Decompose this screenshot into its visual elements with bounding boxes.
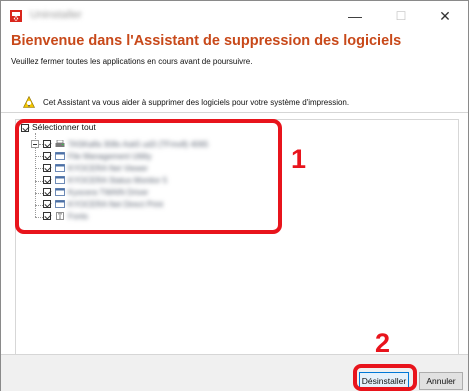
close-icon: ✕ bbox=[439, 7, 451, 24]
callout-number-1: 1 bbox=[291, 144, 307, 174]
cancel-button[interactable]: Annuler bbox=[419, 372, 463, 390]
maximize-icon: ☐ bbox=[395, 9, 407, 23]
callout-highlight-tree bbox=[15, 119, 282, 234]
uninstaller-window: Uninstaller — ☐ ✕ Bienvenue dans l'Assis… bbox=[0, 0, 469, 391]
title-bar[interactable]: Uninstaller — ☐ ✕ bbox=[1, 1, 468, 31]
page-title: Bienvenue dans l'Assistant de suppressio… bbox=[11, 33, 402, 49]
uninstaller-app-icon bbox=[10, 10, 22, 22]
minimize-icon: — bbox=[348, 8, 362, 24]
callout-number-2: 2 bbox=[375, 328, 391, 358]
instruction-text: Veuillez fermer toutes les applications … bbox=[11, 57, 253, 66]
warning-lightbulb-icon bbox=[23, 96, 35, 108]
window-title: Uninstaller bbox=[30, 9, 82, 21]
info-row: Cet Assistant va vous aider à supprimer … bbox=[23, 96, 349, 108]
header-divider bbox=[1, 112, 468, 113]
minimize-button[interactable]: — bbox=[332, 1, 378, 31]
maximize-button[interactable]: ☐ bbox=[378, 1, 424, 31]
info-text: Cet Assistant va vous aider à supprimer … bbox=[43, 97, 350, 107]
callout-highlight-uninstall bbox=[353, 364, 417, 391]
close-button[interactable]: ✕ bbox=[422, 1, 468, 31]
